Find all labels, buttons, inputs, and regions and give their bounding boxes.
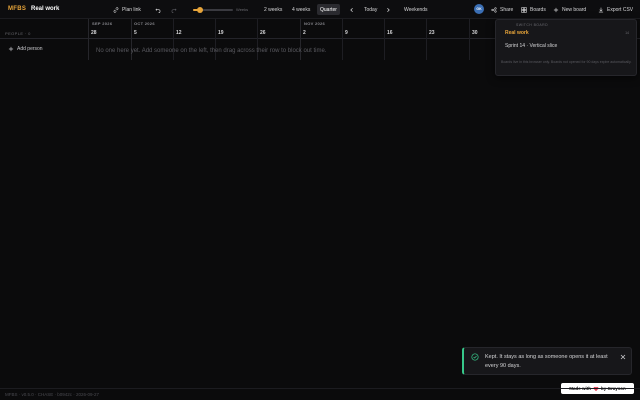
month-label: OCT 2026 — [134, 21, 155, 26]
boards-button[interactable]: Boards — [518, 4, 549, 15]
view-4-weeks-button[interactable]: 4 weeks — [289, 4, 313, 15]
chevron-right-icon — [387, 7, 390, 12]
toast-notification: Kept. It stays as long as someone opens … — [462, 347, 632, 375]
prev-button[interactable] — [346, 4, 358, 15]
week-day-label: 26 — [260, 30, 266, 36]
month-label: NOV 2026 — [304, 21, 326, 26]
sidebar-divider — [88, 19, 89, 60]
week-divider — [469, 19, 470, 60]
download-icon — [598, 7, 604, 12]
view-2-weeks-button[interactable]: 2 weeks — [261, 4, 285, 15]
undo-icon — [155, 8, 161, 13]
board-list-item-current[interactable]: Real work 14 — [505, 28, 629, 38]
undo-button[interactable] — [152, 4, 164, 15]
week-day-label: 16 — [387, 30, 393, 36]
new-board-label: New board — [562, 6, 587, 13]
view-4-weeks-label: 4 weeks — [292, 6, 311, 13]
share-label: Share — [500, 6, 514, 13]
people-count-label: PEOPLE · 0 — [5, 31, 31, 36]
plan-link-label: Plan link — [122, 6, 141, 13]
view-quarter-button[interactable]: Quarter — [317, 4, 340, 15]
week-divider — [384, 19, 385, 60]
plus-icon — [8, 46, 14, 52]
week-divider — [342, 19, 343, 60]
view-2-weeks-label: 2 weeks — [264, 6, 283, 13]
export-csv-button[interactable]: Export CSV — [595, 4, 636, 15]
today-button[interactable]: Today — [361, 4, 380, 15]
share-button[interactable]: Share — [488, 4, 516, 15]
board-date: 14 — [625, 31, 629, 35]
empty-state-message: No one here yet. Add someone on the left… — [96, 48, 327, 54]
today-label: Today — [364, 6, 378, 13]
boards-dropdown: SWITCH BOARD Real work 14 Sprint 14 · Ve… — [495, 19, 637, 76]
zoom-slider[interactable] — [193, 7, 233, 13]
export-csv-label: Export CSV — [607, 6, 634, 13]
avatar[interactable]: GK — [474, 4, 484, 14]
app-logo[interactable]: MFBS — [8, 6, 26, 12]
view-quarter-label: Quarter — [320, 6, 337, 13]
version-info: MFBS · v0.5.0 · CHASE · b0942c · 2026-09… — [5, 392, 100, 397]
week-day-label: 23 — [429, 30, 435, 36]
check-circle-icon — [471, 353, 479, 361]
board-name: Real work — [505, 30, 529, 36]
chevron-left-icon — [350, 7, 353, 12]
week-day-label: 30 — [472, 30, 478, 36]
close-icon[interactable] — [619, 353, 627, 361]
board-name: Sprint 14 · Vertical slice — [505, 43, 558, 49]
plus-icon — [553, 7, 559, 12]
weekends-label: Weekends — [404, 6, 428, 13]
week-day-label: 12 — [176, 30, 182, 36]
share-icon — [491, 6, 497, 13]
redo-icon — [171, 8, 177, 13]
new-board-button[interactable]: New board — [550, 4, 589, 15]
board-title[interactable]: Real work — [31, 6, 59, 12]
week-day-label: 28 — [91, 30, 97, 36]
week-day-label: 5 — [134, 30, 137, 36]
zoom-slider-thumb[interactable] — [197, 7, 204, 13]
status-footer: MFBS · v0.5.0 · CHASE · b0942c · 2026-09… — [0, 388, 640, 400]
weekends-toggle[interactable]: Weekends — [401, 4, 431, 15]
boards-dropdown-header: SWITCH BOARD — [516, 23, 549, 27]
add-person-label: Add person — [17, 46, 43, 52]
next-button[interactable] — [382, 4, 394, 15]
week-divider — [426, 19, 427, 60]
zoom-label: Weeks — [236, 7, 249, 12]
toast-message: Kept. It stays as long as someone opens … — [485, 354, 608, 369]
week-day-label: 9 — [345, 30, 348, 36]
board-list-item[interactable]: Sprint 14 · Vertical slice — [505, 41, 629, 51]
add-person-button[interactable]: Add person — [8, 46, 43, 52]
redo-button[interactable] — [168, 4, 180, 15]
week-day-label: 2 — [303, 30, 306, 36]
boards-icon — [521, 6, 527, 13]
plan-link-button[interactable]: Plan link — [110, 4, 144, 15]
link-icon — [113, 6, 119, 13]
month-label: SEP 2026 — [92, 21, 113, 26]
top-toolbar: MFBS Real work Plan link Weeks 2 weeks 4… — [0, 0, 640, 19]
week-day-label: 19 — [218, 30, 224, 36]
boards-label: Boards — [530, 6, 546, 13]
boards-note: Boards live in this browser only. Boards… — [501, 60, 632, 64]
